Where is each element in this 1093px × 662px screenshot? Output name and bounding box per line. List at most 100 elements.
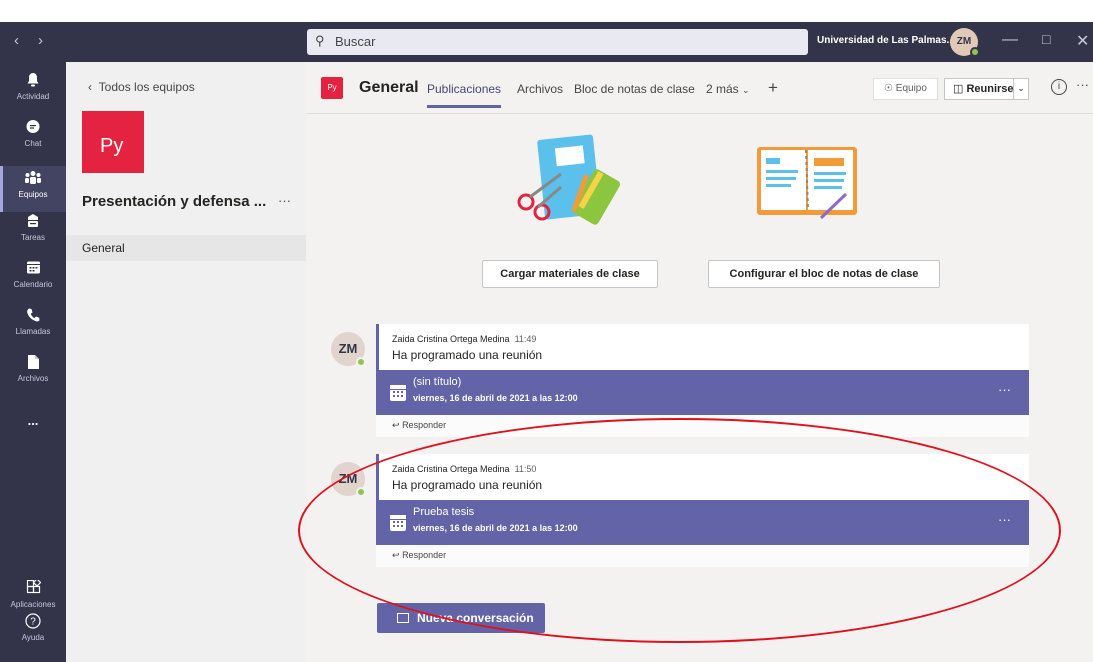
post-header: Zaida Cristina Ortega Medina 11:50 Ha pro… [376, 454, 1029, 500]
rail-label: Ayuda [21, 633, 45, 642]
team-sidebar: ‹ Todos los equipos Py Presentación y de… [66, 62, 306, 662]
teams-icon [24, 170, 42, 188]
class-notebook-illustration [757, 147, 857, 220]
upload-materials-button[interactable]: Cargar materiales de clase [482, 260, 658, 288]
top-strip [0, 0, 1093, 22]
rail-item-tareas[interactable]: Tareas [0, 213, 66, 259]
chevron-down-icon[interactable]: ⌄ [1013, 79, 1028, 99]
rail-label: Chat [24, 139, 42, 148]
chevron-down-icon: ⌄ [742, 85, 750, 95]
meeting-more-button[interactable]: ··· [998, 512, 1011, 527]
chat-icon [24, 119, 42, 137]
rail-item-chat[interactable]: Chat [0, 119, 66, 165]
meeting-card[interactable]: (sin título) viernes, 16 de abril de 202… [376, 370, 1029, 415]
channel-main: Py General Publicaciones Archivos Bloc d… [306, 62, 1093, 662]
add-tab-icon[interactable]: + [768, 78, 778, 98]
post-meta: Zaida Cristina Ortega Medina 11:49 [392, 334, 1029, 344]
calendar-icon [390, 515, 406, 531]
post-card: ZM Zaida Cristina Ortega Medina 11:50 Ha … [331, 454, 1029, 567]
assignments-icon [24, 213, 42, 231]
more-icon: ... [27, 413, 39, 428]
rail-item-actividad[interactable]: Actividad [0, 72, 66, 118]
help-icon: ? [24, 613, 42, 631]
new-conversation-label: Nueva conversación [417, 611, 534, 625]
search-input[interactable]: ⚲ Buscar [307, 29, 808, 55]
post-time: 11:49 [514, 334, 537, 344]
author-name[interactable]: Zaida Cristina Ortega Medina [392, 334, 510, 344]
post-card: ZM Zaida Cristina Ortega Medina 11:49 Ha … [331, 324, 1029, 437]
rail-item-equipos[interactable]: Equipos [0, 166, 66, 212]
reply-label: Responder [402, 420, 447, 430]
author-avatar[interactable]: ZM [331, 462, 366, 497]
rail-more-button[interactable]: ... [0, 412, 66, 432]
eye-icon: ☉ [884, 83, 894, 94]
meet-button-label: Reunirse [966, 83, 1014, 95]
author-avatar[interactable]: ZM [331, 332, 366, 367]
forward-arrow-icon[interactable]: › [38, 32, 43, 49]
rail-item-calendario[interactable]: Calendario [0, 260, 66, 306]
reply-icon: ↩ [392, 420, 400, 430]
team-initials: Py [100, 135, 124, 157]
video-icon: ◫ [953, 83, 964, 95]
tab-archivos[interactable]: Archivos [517, 82, 563, 96]
user-initials: ZM [956, 36, 972, 47]
file-icon [24, 354, 42, 372]
search-placeholder: Buscar [335, 34, 376, 49]
meeting-more-button[interactable]: ··· [998, 382, 1011, 397]
rail-label: Actividad [16, 92, 50, 101]
channel-item-general[interactable]: General [66, 235, 306, 261]
channel-title: General [359, 79, 419, 96]
post-text: Ha programado una reunión [392, 348, 543, 362]
rail-label: Calendario [13, 280, 53, 289]
meet-button[interactable]: ◫ Reunirse ⌄ [944, 78, 1029, 100]
reply-button[interactable]: ↩ Responder [376, 415, 1029, 437]
meeting-title: Prueba tesis [413, 506, 475, 518]
meeting-date: viernes, 16 de abril de 2021 a las 12:00 [413, 523, 578, 533]
team-button-label: Equipo [895, 83, 927, 94]
setup-notebook-button[interactable]: Configurar el bloc de notas de clase [708, 260, 940, 288]
org-name[interactable]: Universidad de Las Palmas... [817, 35, 955, 46]
channel-more-button[interactable]: ··· [1076, 77, 1089, 92]
notebook-scissors-illustration [517, 134, 621, 225]
user-avatar[interactable]: ZM [950, 28, 980, 57]
meeting-date: viernes, 16 de abril de 2021 a las 12:00 [413, 393, 578, 403]
rail-item-archivos[interactable]: Archivos [0, 354, 66, 400]
presence-icon [356, 487, 366, 497]
minimize-icon[interactable]: — [1002, 31, 1018, 49]
post-header: Zaida Cristina Ortega Medina 11:49 Ha pro… [376, 324, 1029, 370]
all-teams-link[interactable]: ‹ Todos los equipos [88, 80, 195, 94]
close-icon[interactable]: ✕ [1076, 31, 1089, 51]
tab-bloc-de-notas[interactable]: Bloc de notas de clase [574, 82, 695, 96]
search-icon: ⚲ [315, 33, 325, 48]
chevron-left-icon: ‹ [88, 80, 92, 94]
reply-button[interactable]: ↩ Responder [376, 545, 1029, 567]
meeting-card[interactable]: Prueba tesis viernes, 16 de abril de 202… [376, 500, 1029, 545]
rail-label: Llamadas [15, 327, 51, 336]
phone-icon [24, 307, 42, 325]
rail-item-llamadas[interactable]: Llamadas [0, 307, 66, 353]
author-name[interactable]: Zaida Cristina Ortega Medina [392, 464, 510, 474]
rail-label: Archivos [17, 374, 49, 383]
tab-publicaciones[interactable]: Publicaciones [427, 82, 502, 108]
bell-icon [24, 72, 42, 90]
channel-header: Py General Publicaciones Archivos Bloc d… [306, 62, 1093, 114]
presence-icon [356, 357, 366, 367]
team-name: Presentación y defensa ... [82, 193, 267, 210]
maximize-icon[interactable]: □ [1042, 31, 1050, 47]
back-arrow-icon[interactable]: ‹ [14, 32, 19, 49]
post-text: Ha programado una reunión [392, 478, 543, 492]
calendar-icon [390, 385, 406, 401]
new-conversation-button[interactable]: Nueva conversación [377, 603, 545, 633]
rail-item-ayuda[interactable]: ? Ayuda [0, 613, 66, 659]
team-button[interactable]: ☉ Equipo [873, 78, 938, 100]
svg-text:?: ? [30, 617, 36, 628]
apps-icon [24, 578, 42, 598]
reply-icon: ↩ [392, 550, 400, 560]
post-time: 11:50 [514, 464, 537, 474]
channel-team-avatar: Py [321, 77, 343, 99]
calendar-icon [24, 260, 42, 278]
team-more-button[interactable]: ··· [278, 193, 291, 208]
tab-more[interactable]: 2 más ⌄ [706, 82, 750, 96]
info-icon[interactable]: i [1051, 79, 1067, 95]
title-bar: ‹ › ⚲ Buscar Universidad de Las Palmas..… [0, 22, 1093, 62]
